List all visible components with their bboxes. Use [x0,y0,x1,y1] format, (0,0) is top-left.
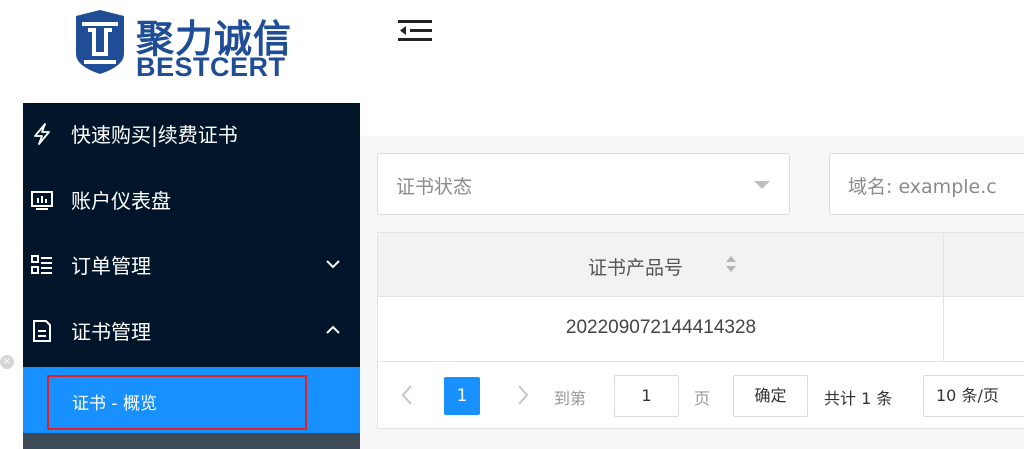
chevron-left-icon[interactable] [400,383,414,407]
total-count: 共计 1 条 [824,389,893,408]
page-size-select[interactable]: 10 条/页 [923,375,1024,417]
domain-placeholder: 域名: example.c [848,176,997,198]
cert-status-select[interactable]: 证书状态 [377,153,790,215]
sort-icon[interactable] [724,253,738,275]
sidebar-item-orders[interactable]: 订单管理 [23,234,360,298]
certificate-icon [33,320,51,342]
sidebar-item-label: 快速购买|续费证书 [71,123,238,147]
table-cell-product-no: 202209072144414328 [378,297,944,362]
confirm-button[interactable]: 确定 [733,375,808,417]
chevron-down-icon [326,260,340,269]
goto-page-input[interactable]: 1 [614,375,679,417]
column-header-label: 证书产品号 [588,257,684,279]
dashboard-icon [31,191,53,210]
column-header-product-no[interactable]: 证书产品号 [378,233,944,297]
goto-label: 到第 [554,389,587,408]
sidebar: 快速购买|续费证书 账户仪表盘 订单管理 证书管理 证书 - 概览 [23,103,360,449]
domain-search-input[interactable]: 域名: example.c [829,153,1024,215]
chevron-right-icon[interactable] [516,383,530,407]
certificate-table: 证书产品号 202209072144414328 1 到第 1 页 确定 共计 … [377,232,1024,429]
sidebar-item-certificates[interactable]: 证书管理 [23,300,360,364]
chevron-up-icon [326,325,340,334]
lightning-icon [34,123,50,145]
close-icon[interactable]: × [0,355,14,369]
page-suffix-label: 页 [694,389,711,408]
pagination: 1 到第 1 页 确定 共计 1 条 10 条/页 [378,363,1024,429]
sidebar-item-dashboard[interactable]: 账户仪表盘 [23,169,360,233]
sidebar-subitem-next[interactable] [23,433,360,449]
sidebar-item-quick-buy[interactable]: 快速购买|续费证书 [23,103,360,167]
sidebar-item-label: 账户仪表盘 [71,189,171,213]
sidebar-subitem-cert-overview[interactable]: 证书 - 概览 [23,367,360,433]
order-list-icon [31,255,52,274]
logo-shield-icon [76,10,124,74]
table-row: 202209072144414328 [378,297,1024,362]
table-header: 证书产品号 [378,233,1024,297]
product-no-value: 202209072144414328 [565,317,757,338]
sidebar-item-label: 证书管理 [71,320,151,344]
menu-fold-icon[interactable] [398,18,432,44]
cert-status-placeholder: 证书状态 [396,176,473,198]
sidebar-item-label: 订单管理 [71,254,151,278]
page-number-current[interactable]: 1 [444,377,480,415]
brand-name-en: BESTCERT [136,52,286,82]
caret-down-icon [754,181,770,189]
brand-logo[interactable]: 聚力诚信 BESTCERT [72,8,312,88]
sidebar-subitem-label: 证书 - 概览 [72,394,157,414]
